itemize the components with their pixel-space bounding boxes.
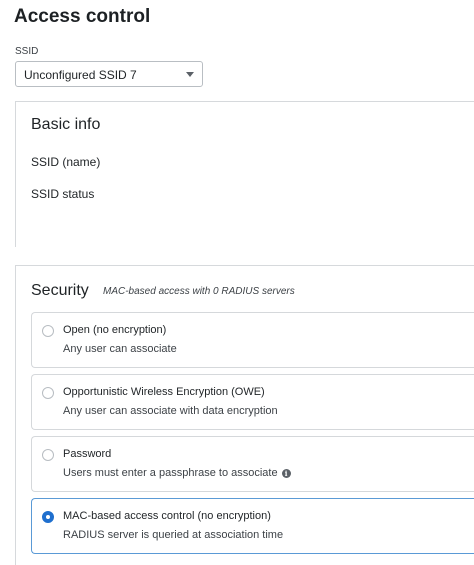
security-title: Security bbox=[31, 282, 89, 299]
radio-owe[interactable] bbox=[42, 387, 54, 399]
option-mac-based[interactable]: MAC-based access control (no encryption)… bbox=[31, 498, 474, 554]
option-description: Any user can associate bbox=[63, 343, 177, 355]
option-description-wrap: Users must enter a passphrase to associa… bbox=[63, 467, 291, 479]
page-title: Access control bbox=[14, 6, 151, 27]
option-description: Any user can associate with data encrypt… bbox=[63, 405, 278, 417]
option-title: MAC-based access control (no encryption) bbox=[63, 510, 271, 522]
option-title: Open (no encryption) bbox=[63, 324, 167, 336]
option-title: Password bbox=[63, 448, 112, 460]
ssid-select[interactable]: Unconfigured SSID 7 bbox=[15, 61, 203, 87]
security-subtitle: MAC-based access with 0 RADIUS servers bbox=[103, 286, 295, 297]
security-panel: Security MAC-based access with 0 RADIUS … bbox=[15, 265, 474, 565]
option-description: RADIUS server is queried at association … bbox=[63, 529, 284, 541]
option-title: Opportunistic Wireless Encryption (OWE) bbox=[63, 386, 265, 398]
radio-mac-based[interactable] bbox=[42, 511, 54, 523]
radio-password[interactable] bbox=[42, 449, 54, 461]
chevron-down-icon bbox=[186, 72, 194, 77]
basic-info-title: Basic info bbox=[31, 116, 101, 133]
option-open[interactable]: Open (no encryption) Any user can associ… bbox=[31, 312, 474, 368]
info-icon[interactable]: i bbox=[281, 469, 291, 478]
ssid-name-label: SSID (name) bbox=[31, 155, 101, 169]
ssid-select-value: Unconfigured SSID 7 bbox=[24, 68, 137, 82]
basic-info-panel: Basic info SSID (name) SSID status bbox=[15, 101, 474, 247]
ssid-status-label: SSID status bbox=[31, 187, 95, 201]
option-password[interactable]: Password Users must enter a passphrase t… bbox=[31, 436, 474, 492]
option-description: Users must enter a passphrase to associa… bbox=[63, 467, 278, 479]
option-owe[interactable]: Opportunistic Wireless Encryption (OWE) … bbox=[31, 374, 474, 430]
radio-open[interactable] bbox=[42, 325, 54, 337]
ssid-label: SSID bbox=[15, 46, 39, 57]
